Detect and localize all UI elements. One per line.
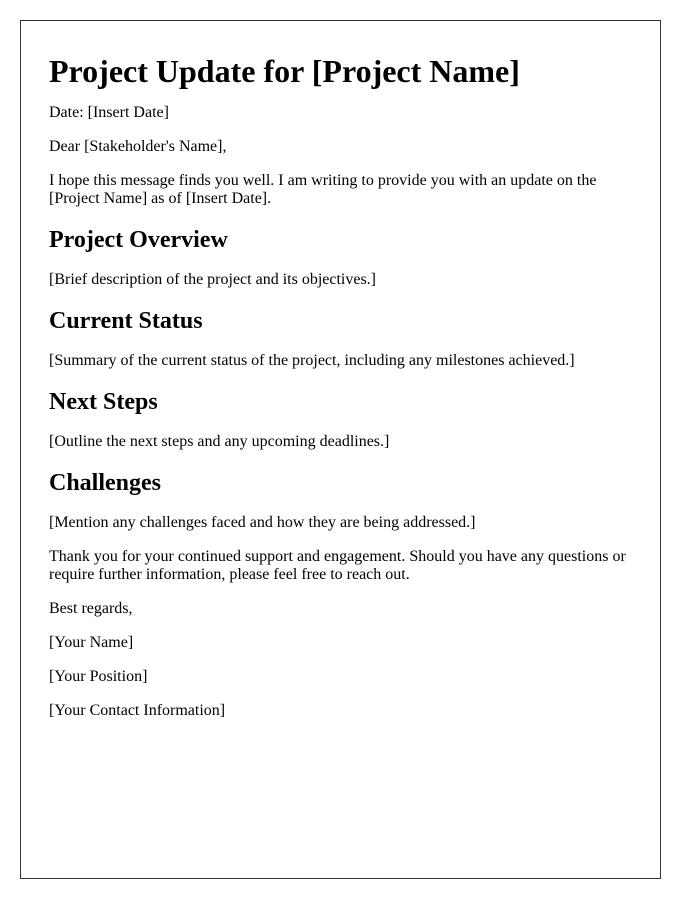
section-heading-next-steps: Next Steps [49,388,158,415]
section-body-challenges: [Mention any challenges faced and how th… [49,513,476,531]
salutation: Dear [Stakeholder's Name], [49,138,227,156]
sign-off: Best regards, [49,599,133,617]
date-line: Date: [Insert Date] [49,104,169,122]
letter-page: Project Update for [Project Name] Date: … [20,20,661,879]
closing-paragraph: Thank you for your continued support and… [49,547,626,583]
section-heading-overview: Project Overview [49,227,228,254]
signature-contact: [Your Contact Information] [49,701,226,719]
letter-title: Project Update for [Project Name] [49,53,520,89]
intro-paragraph: I hope this message finds you well. I am… [49,172,597,208]
section-heading-status: Current Status [49,308,203,335]
section-body-overview: [Brief description of the project and it… [49,271,377,289]
signature-position: [Your Position] [49,667,148,685]
section-body-status: [Summary of the current status of the pr… [49,351,575,369]
section-heading-challenges: Challenges [49,469,162,496]
signature-name: [Your Name] [49,633,134,651]
section-body-next-steps: [Outline the next steps and any upcoming… [49,432,390,450]
